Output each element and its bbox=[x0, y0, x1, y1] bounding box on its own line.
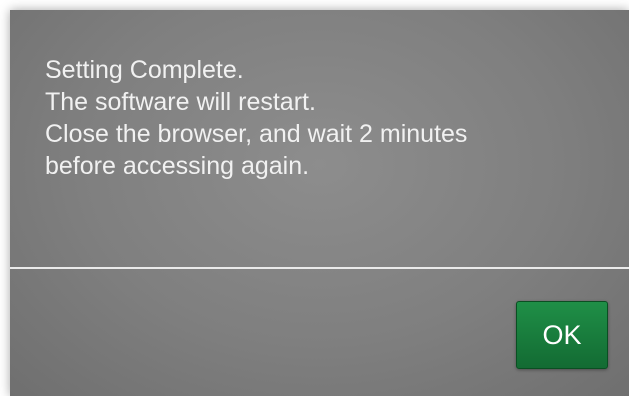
message-line-setting-complete: Setting Complete. bbox=[45, 56, 244, 84]
message-line-software-restart: The software will restart. bbox=[45, 88, 316, 116]
ok-button[interactable]: OK bbox=[516, 301, 608, 369]
dialog-message: Setting Complete. The software will rest… bbox=[45, 54, 605, 182]
message-line-before-accessing: before accessing again. bbox=[45, 152, 310, 180]
message-line-close-browser: Close the browser, and wait 2 minutes bbox=[45, 120, 468, 148]
restart-dialog: Setting Complete. The software will rest… bbox=[10, 10, 629, 396]
dialog-divider bbox=[10, 267, 629, 269]
